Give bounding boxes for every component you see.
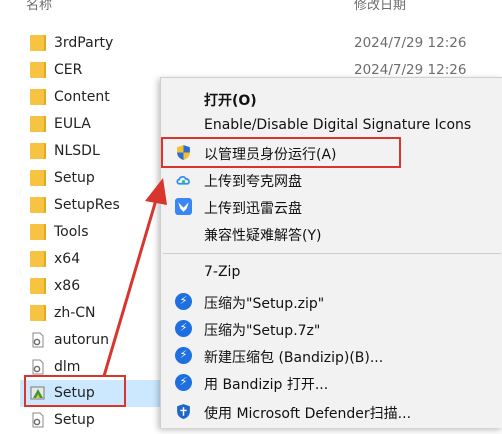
menu-item-label: 7-Zip <box>204 264 241 280</box>
column-header-date[interactable]: 修改日期 <box>354 0 406 13</box>
menu-item-compress-7z[interactable]: ⚡ 压缩为"Setup.7z" <box>161 316 502 342</box>
folder-icon <box>30 197 46 213</box>
settings-file-icon <box>32 332 44 348</box>
xunlei-icon <box>175 198 192 215</box>
annotation-highlight-setup <box>24 375 126 407</box>
menu-item-7zip[interactable]: 7-Zip <box>161 260 502 286</box>
menu-item-upload-quark[interactable]: 上传到夸克网盘 <box>161 167 502 193</box>
menu-separator <box>163 253 501 254</box>
file-name: dlm <box>54 359 81 375</box>
folder-icon <box>30 143 46 159</box>
defender-icon <box>177 404 190 419</box>
file-name: zh-CN <box>54 305 96 321</box>
annotation-highlight-run-as-admin <box>161 137 401 168</box>
folder-icon <box>30 224 46 240</box>
menu-item-label: 压缩为"Setup.zip" <box>204 296 325 312</box>
menu-item-upload-xunlei[interactable]: 上传到迅雷云盘 <box>161 194 502 220</box>
menu-item-label: 使用 Microsoft Defender扫描... <box>204 406 412 422</box>
bandizip-icon: ⚡ <box>175 320 192 337</box>
menu-item-label: 上传到迅雷云盘 <box>204 201 302 217</box>
folder-icon <box>30 251 46 267</box>
file-name: Tools <box>54 224 89 240</box>
bandizip-icon: ⚡ <box>175 293 192 310</box>
context-menu: 打开(O) Enable/Disable Digital Signature I… <box>160 77 502 428</box>
bandizip-icon: ⚡ <box>175 347 192 364</box>
file-date: 2024/7/29 12:26 <box>354 35 467 51</box>
menu-item-label: 打开(O) <box>204 93 257 109</box>
file-name: NLSDL <box>54 143 100 159</box>
file-name: Setup <box>54 170 95 186</box>
file-name: SetupRes <box>54 197 120 213</box>
menu-item-defender-scan[interactable]: 使用 Microsoft Defender扫描... <box>161 399 502 425</box>
settings-file-icon <box>32 412 44 428</box>
file-date: 2024/7/29 12:26 <box>354 62 467 78</box>
file-name: x86 <box>54 278 81 294</box>
file-name: Content <box>54 89 110 105</box>
menu-item-label: Enable/Disable Digital Signature Icons <box>204 117 472 133</box>
quark-cloud-icon <box>176 175 190 185</box>
menu-item-open-bandizip[interactable]: ⚡ 用 Bandizip 打开... <box>161 370 502 396</box>
menu-item-label: 新建压缩包 (Bandizip)(B)... <box>204 350 384 366</box>
folder-icon <box>30 89 46 105</box>
menu-item-digital-signature[interactable]: Enable/Disable Digital Signature Icons <box>161 113 502 139</box>
folder-icon <box>30 170 46 186</box>
menu-item-compress-zip[interactable]: ⚡ 压缩为"Setup.zip" <box>161 289 502 315</box>
file-name: Setup <box>54 412 95 428</box>
column-header-name[interactable]: 名称 <box>26 0 52 13</box>
file-name: x64 <box>54 251 81 267</box>
menu-item-new-archive[interactable]: ⚡ 新建压缩包 (Bandizip)(B)... <box>161 343 502 369</box>
menu-item-open[interactable]: 打开(O) <box>161 86 502 112</box>
folder-icon <box>30 62 46 78</box>
folder-icon <box>30 35 46 51</box>
menu-item-label: 兼容性疑难解答(Y) <box>204 228 322 244</box>
file-name: CER <box>54 62 83 78</box>
folder-icon <box>30 278 46 294</box>
bandizip-icon: ⚡ <box>175 374 192 391</box>
file-name: EULA <box>54 116 91 132</box>
settings-file-icon <box>32 359 44 375</box>
menu-item-label: 压缩为"Setup.7z" <box>204 323 321 339</box>
menu-item-compatibility[interactable]: 兼容性疑难解答(Y) <box>161 221 502 247</box>
menu-item-label: 上传到夸克网盘 <box>204 174 302 190</box>
file-name: 3rdParty <box>54 35 114 51</box>
folder-icon <box>30 305 46 321</box>
folder-icon <box>30 116 46 132</box>
menu-item-label: 用 Bandizip 打开... <box>204 377 329 393</box>
file-name: autorun <box>54 332 110 348</box>
file-row[interactable]: 3rdParty 2024/7/29 12:26 <box>0 30 502 57</box>
